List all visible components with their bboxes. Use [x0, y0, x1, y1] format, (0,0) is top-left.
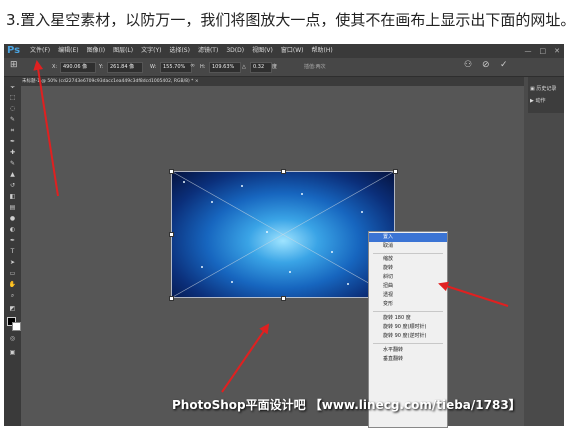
menu-separator: [373, 253, 443, 254]
menu-select[interactable]: 选择(S): [165, 44, 194, 58]
tools-panel: ✥ ⬚ ◌ ✎ ⌗ ✒ ✚ ✎ ▲ ↺ ◧ ▤ ● ◐ ✒ T ➤ ▭ ✋ ⌕ …: [4, 77, 21, 426]
transform-diagonals: [171, 171, 395, 298]
blur-tool-icon[interactable]: ●: [8, 215, 17, 222]
ctx-place[interactable]: 置入: [369, 233, 447, 242]
menu-view[interactable]: 视图(V): [248, 44, 277, 58]
cancel-transform-icon[interactable]: ⊘: [482, 60, 490, 70]
close-button[interactable]: ✕: [554, 44, 560, 58]
eraser-tool-icon[interactable]: ◧: [8, 193, 17, 200]
ctx-rotate-90-cw[interactable]: 旋转 90 度(顺时针): [369, 323, 447, 332]
actions-label: 动作: [535, 98, 546, 104]
watermark-text: PhotoShop平面设计吧 【www.linecg.com/tieba/178…: [172, 398, 521, 412]
history-panel-tab[interactable]: ▣ 历史记录: [530, 85, 556, 94]
dodge-tool-icon[interactable]: ◐: [8, 226, 17, 233]
menu-separator: [373, 343, 443, 344]
window-controls: — □ ✕: [525, 44, 561, 58]
interpolation-label[interactable]: 插值:两次: [304, 62, 326, 72]
ctx-flip-horizontal[interactable]: 水平翻转: [369, 346, 447, 355]
clone-stamp-tool-icon[interactable]: ▲: [8, 171, 17, 178]
x-field[interactable]: 490.06 像: [60, 62, 96, 73]
pen-tool-icon[interactable]: ✒: [8, 237, 17, 244]
document-tab-bar: 未标题-1 @ 50% (cd22743e6709c93dacc1ea449c3…: [4, 77, 524, 86]
menu-layer[interactable]: 图层(L): [109, 44, 137, 58]
menu-bar: Ps 文件(F) 编辑(E) 图像(I) 图层(L) 文字(Y) 选择(S) 滤…: [4, 44, 564, 58]
actions-panel-tab[interactable]: ▶ 动作: [530, 97, 545, 106]
transform-handle-bottom[interactable]: [281, 296, 286, 301]
ctx-skew[interactable]: 斜切: [369, 273, 447, 282]
quick-mask-icon[interactable]: ◎: [8, 335, 17, 342]
document-tab-label: 未标题-1 @ 50% (cd22743e6709c93dacc1ea449c3…: [22, 79, 194, 84]
shape-tool-icon[interactable]: ▭: [8, 270, 17, 277]
transform-handle-top-right[interactable]: [393, 169, 398, 174]
ctx-scale[interactable]: 缩放: [369, 255, 447, 264]
history-brush-tool-icon[interactable]: ↺: [8, 182, 17, 189]
menu-file[interactable]: 文件(F): [26, 44, 54, 58]
menu-help[interactable]: 帮助(H): [308, 44, 337, 58]
commit-transform-icon[interactable]: ✓: [500, 60, 508, 70]
reference-point-icon[interactable]: ⊞: [10, 60, 18, 70]
menu-image[interactable]: 图像(I): [83, 44, 109, 58]
minimize-button[interactable]: —: [525, 44, 532, 58]
placed-starry-image[interactable]: [171, 171, 395, 298]
ctx-warp[interactable]: 变形: [369, 300, 447, 309]
transform-handle-top-left[interactable]: [169, 169, 174, 174]
angle-label: △: [242, 64, 246, 70]
transform-handle-left[interactable]: [169, 232, 174, 237]
marquee-tool-icon[interactable]: ⬚: [8, 94, 17, 101]
link-icon[interactable]: ∞: [190, 62, 195, 69]
ctx-distort[interactable]: 扭曲: [369, 282, 447, 291]
menu-separator: [373, 311, 443, 312]
gradient-tool-icon[interactable]: ▤: [8, 204, 17, 211]
brush-tool-icon[interactable]: ✎: [8, 160, 17, 167]
document-tab[interactable]: 未标题-1 @ 50% (cd22743e6709c93dacc1ea449c3…: [22, 77, 199, 86]
menu-filter[interactable]: 滤镜(T): [194, 44, 222, 58]
crop-tool-icon[interactable]: ⌗: [8, 127, 17, 134]
transform-handle-bottom-left[interactable]: [169, 296, 174, 301]
ctx-rotate-90-ccw[interactable]: 旋转 90 度(逆时针): [369, 332, 447, 341]
menu-window[interactable]: 窗口(W): [277, 44, 308, 58]
ctx-perspective[interactable]: 透视: [369, 291, 447, 300]
h-field[interactable]: 109.63%: [209, 62, 241, 73]
y-field[interactable]: 261.84 像: [107, 62, 143, 73]
history-panel-dock: ▣ 历史记录 ▶ 动作: [528, 77, 564, 113]
warp-mode-icon[interactable]: ⚇: [464, 60, 472, 70]
history-label: 历史记录: [536, 86, 557, 92]
healing-brush-tool-icon[interactable]: ✚: [8, 149, 17, 156]
tab-close-icon[interactable]: ×: [195, 79, 199, 84]
options-bar: ⊞ X: 490.06 像 Y: 261.84 像 W: 155.70% ∞ H…: [4, 58, 564, 77]
w-field[interactable]: 155.70%: [160, 62, 192, 73]
menu-list: 文件(F) 编辑(E) 图像(I) 图层(L) 文字(Y) 选择(S) 滤镜(T…: [26, 44, 337, 58]
zoom-tool-icon[interactable]: ⌕: [8, 292, 17, 299]
tutorial-caption: 3.置入星空素材，以防万一，我们将图放大一点，使其不在画布上显示出下面的网址。: [6, 11, 576, 29]
x-label: X:: [52, 64, 58, 70]
ctx-rotate-180[interactable]: 旋转 180 度: [369, 314, 447, 323]
menu-edit[interactable]: 编辑(E): [54, 44, 82, 58]
lasso-tool-icon[interactable]: ◌: [8, 105, 17, 112]
background-color-swatch[interactable]: [12, 322, 21, 331]
hand-tool-icon[interactable]: ✋: [8, 281, 17, 288]
eyedropper-tool-icon[interactable]: ✒: [8, 138, 17, 145]
transform-handle-top[interactable]: [281, 169, 286, 174]
ctx-rotate[interactable]: 旋转: [369, 264, 447, 273]
default-colors-icon[interactable]: ◩: [8, 305, 17, 312]
maximize-button[interactable]: □: [540, 44, 547, 58]
menu-type[interactable]: 文字(Y): [137, 44, 165, 58]
type-tool-icon[interactable]: T: [8, 248, 17, 255]
h-label: H:: [200, 64, 206, 70]
angle-unit: 度: [272, 64, 278, 70]
menu-3d[interactable]: 3D(D): [222, 44, 248, 58]
w-label: W:: [150, 64, 157, 70]
y-label: Y:: [99, 64, 104, 70]
quick-select-tool-icon[interactable]: ✎: [8, 116, 17, 123]
path-select-tool-icon[interactable]: ➤: [8, 259, 17, 266]
ctx-cancel[interactable]: 取消: [369, 242, 447, 251]
screen-mode-icon[interactable]: ▣: [8, 349, 17, 356]
ctx-flip-vertical[interactable]: 垂直翻转: [369, 355, 447, 364]
ps-logo: Ps: [7, 45, 21, 56]
angle-field[interactable]: 0.32: [250, 62, 272, 73]
